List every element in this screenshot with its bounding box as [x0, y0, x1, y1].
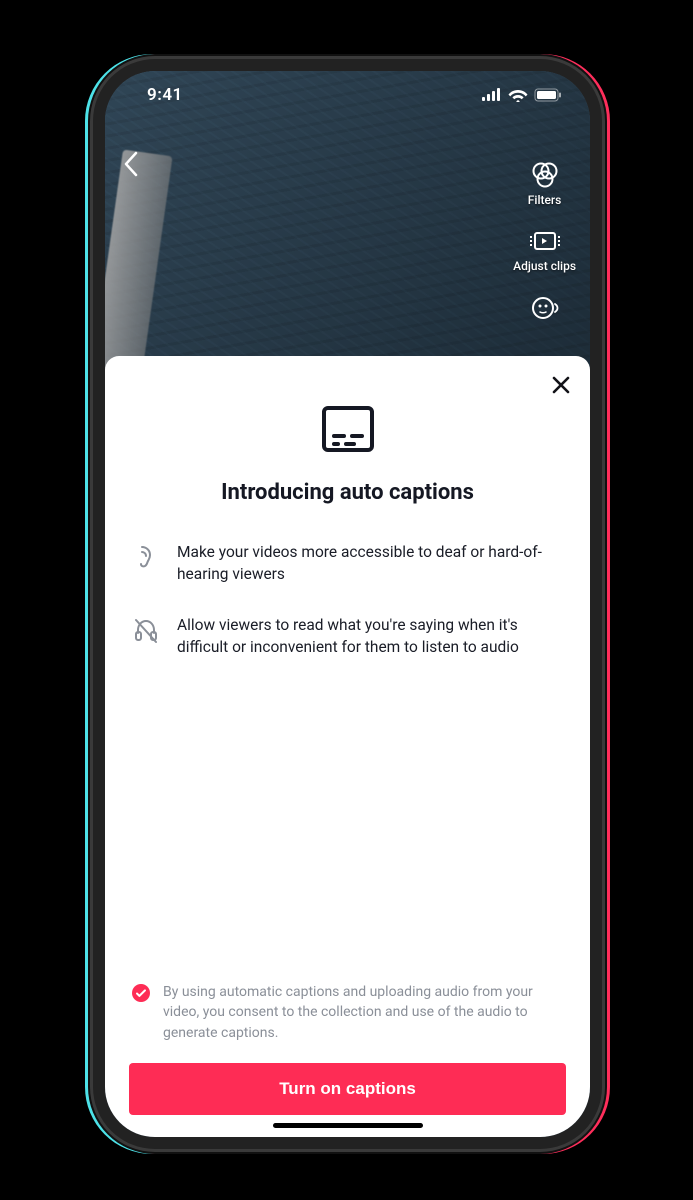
- modal-hero: Introducing auto captions: [129, 404, 566, 505]
- feature-accessibility: Make your videos more accessible to deaf…: [133, 541, 562, 586]
- turn-on-captions-button[interactable]: Turn on captions: [129, 1063, 566, 1115]
- phone-screen: 9:41 Filters Adjust clips: [105, 71, 590, 1137]
- consent-text: By using automatic captions and uploadin…: [163, 982, 564, 1043]
- filters-tool[interactable]: Filters: [528, 159, 562, 207]
- back-button[interactable]: [123, 151, 139, 177]
- consent-row[interactable]: By using automatic captions and uploadin…: [129, 982, 566, 1043]
- wifi-icon: [508, 88, 528, 102]
- modal-title: Introducing auto captions: [221, 480, 474, 505]
- adjust-clips-icon: [529, 227, 561, 255]
- close-icon: [550, 374, 572, 396]
- adjust-clips-label: Adjust clips: [513, 259, 576, 273]
- editor-tool-rail: Filters Adjust clips: [513, 159, 576, 323]
- ear-icon: [133, 543, 159, 573]
- checkmark-circle-icon: [131, 983, 151, 1003]
- captions-icon: [320, 404, 376, 454]
- filters-icon: [530, 159, 560, 189]
- status-bar: 9:41: [105, 71, 590, 119]
- voice-effects-tool[interactable]: [530, 293, 560, 323]
- feature-accessibility-text: Make your videos more accessible to deaf…: [177, 541, 562, 586]
- feature-read-audio-text: Allow viewers to read what you're saying…: [177, 614, 562, 659]
- chevron-left-icon: [123, 151, 139, 177]
- cellular-icon: [482, 88, 502, 102]
- feature-list: Make your videos more accessible to deaf…: [129, 541, 566, 659]
- headphones-off-icon: [133, 616, 159, 646]
- feature-read-audio: Allow viewers to read what you're saying…: [133, 614, 562, 659]
- status-time: 9:41: [147, 85, 183, 105]
- phone-frame: 9:41 Filters Adjust clips: [93, 59, 602, 1149]
- close-button[interactable]: [550, 374, 572, 396]
- voice-effects-icon: [530, 293, 560, 323]
- home-indicator[interactable]: [273, 1123, 423, 1128]
- adjust-clips-tool[interactable]: Adjust clips: [513, 227, 576, 273]
- filters-label: Filters: [528, 193, 562, 207]
- status-indicators: [482, 88, 562, 102]
- auto-captions-modal: Introducing auto captions Make your vide…: [105, 356, 590, 1137]
- battery-icon: [534, 88, 562, 102]
